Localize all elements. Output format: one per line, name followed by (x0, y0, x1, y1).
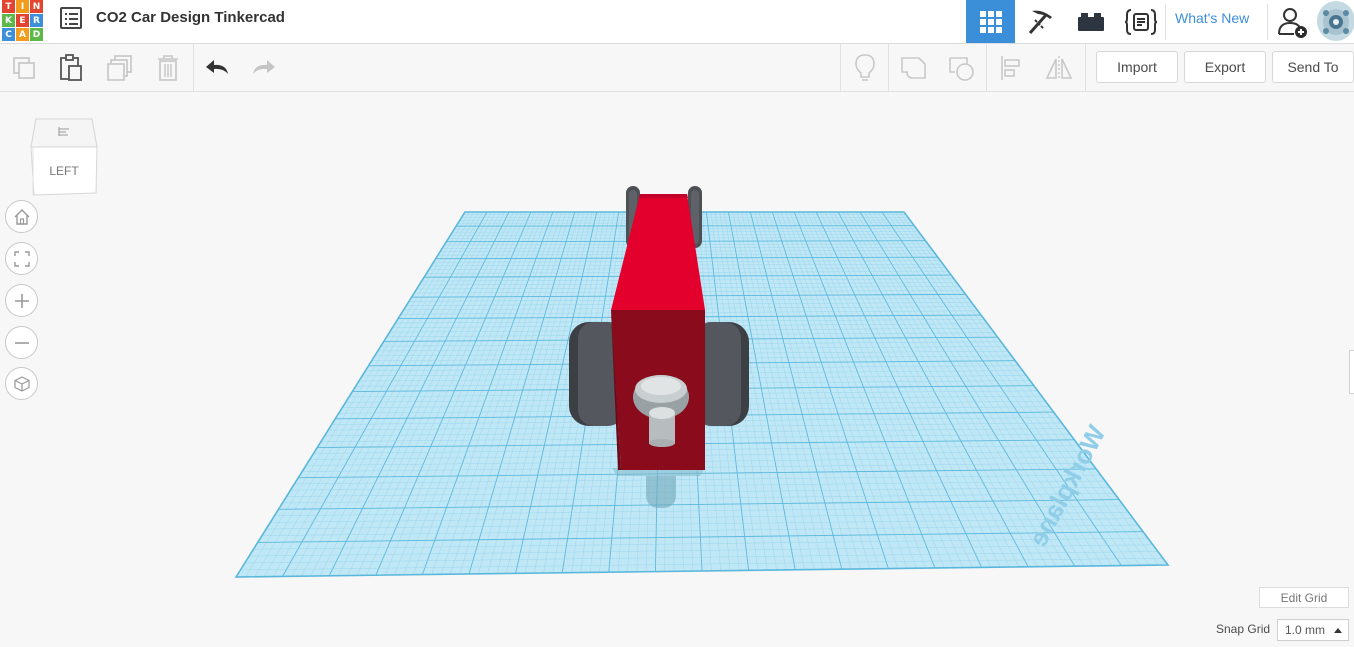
perspective-toggle-button[interactable] (5, 367, 38, 400)
blocks-view-button[interactable] (1016, 0, 1065, 43)
pickaxe-icon (1028, 10, 1052, 34)
duplicate-button[interactable] (104, 52, 136, 84)
copy-button[interactable] (8, 52, 40, 84)
add-user-icon (1277, 7, 1307, 38)
group-icon (901, 57, 926, 79)
lightbulb-icon (855, 54, 875, 81)
toolbar-separator (986, 44, 987, 91)
logo-letter: N (30, 0, 43, 13)
bricks-view-button[interactable] (1066, 0, 1115, 43)
cube-icon (13, 375, 30, 392)
view-cube[interactable]: LEFT (30, 117, 98, 197)
view-cube-face-label: LEFT (49, 164, 79, 178)
tinkercad-logo[interactable]: TIN KER CAD (2, 0, 45, 41)
codeblocks-view-button[interactable] (1116, 0, 1165, 43)
paste-icon (60, 54, 82, 81)
copy-icon (13, 57, 35, 79)
toolbar-separator (840, 44, 841, 91)
logo-letter: D (30, 28, 43, 41)
avatar-image-icon (1323, 9, 1349, 35)
divider (1165, 4, 1166, 40)
shapes-panel-handle[interactable] (1349, 350, 1354, 394)
grid-view-icon (979, 10, 1002, 33)
snap-grid-select[interactable]: 1.0 mm (1277, 619, 1349, 641)
edit-grid-button[interactable]: Edit Grid (1259, 587, 1349, 608)
notes-tool-button[interactable] (849, 52, 881, 84)
send-to-button[interactable]: Send To (1272, 51, 1354, 83)
align-button[interactable] (995, 52, 1027, 84)
mirror-button[interactable] (1043, 52, 1075, 84)
toolbar-separator (888, 44, 889, 91)
workplane-viewport[interactable]: Workplane (0, 92, 1354, 647)
top-bar: TIN KER CAD CO2 Car Design Tinkercad What'… (0, 0, 1354, 44)
toolbar-separator (1085, 44, 1086, 91)
user-avatar[interactable] (1317, 1, 1354, 41)
ungroup-icon (949, 57, 974, 81)
plus-icon (14, 293, 29, 308)
group-button[interactable] (898, 52, 930, 84)
undo-icon (206, 60, 228, 74)
align-icon (1001, 56, 1020, 80)
minus-icon (14, 341, 29, 344)
logo-letter: A (16, 28, 29, 41)
design-title[interactable]: CO2 Car Design Tinkercad (96, 9, 285, 26)
fit-view-button[interactable] (5, 242, 38, 275)
logo-letter: E (16, 14, 29, 27)
caret-up-icon (1334, 628, 1342, 633)
redo-icon (253, 60, 275, 74)
home-icon (14, 208, 29, 225)
bricks-icon (1077, 12, 1104, 31)
trash-icon (158, 55, 178, 81)
import-button[interactable]: Import (1096, 51, 1178, 83)
mirror-icon (1045, 56, 1073, 80)
logo-letter: T (2, 0, 15, 13)
zoom-in-button[interactable] (5, 284, 38, 317)
3d-design-view-button[interactable] (966, 0, 1015, 43)
ungroup-button[interactable] (946, 52, 978, 84)
zoom-out-button[interactable] (5, 326, 38, 359)
codeblocks-icon (1124, 8, 1157, 35)
snap-grid-value: 1.0 mm (1285, 623, 1326, 637)
toolbar-separator (193, 44, 194, 91)
edit-toolbar: Import Export Send To (0, 44, 1354, 92)
design-list-icon[interactable] (60, 7, 82, 29)
delete-button[interactable] (152, 52, 184, 84)
tinkercad-editor: TIN KER CAD CO2 Car Design Tinkercad What'… (0, 0, 1354, 647)
logo-letter: K (2, 14, 15, 27)
home-view-button[interactable] (5, 200, 38, 233)
duplicate-icon (107, 55, 132, 81)
logo-letter: I (16, 0, 29, 13)
undo-button[interactable] (201, 52, 233, 84)
view-cube-graphic: LEFT (30, 118, 98, 196)
logo-letter: R (30, 14, 43, 27)
redo-button[interactable] (248, 52, 280, 84)
fit-view-icon (13, 250, 30, 267)
snap-grid-label: Snap Grid (1216, 622, 1271, 636)
whats-new-link[interactable]: What's New (1175, 10, 1249, 26)
paste-button[interactable] (55, 52, 87, 84)
export-button[interactable]: Export (1184, 51, 1266, 83)
invite-user-button[interactable] (1268, 0, 1317, 43)
logo-letter: C (2, 28, 15, 41)
